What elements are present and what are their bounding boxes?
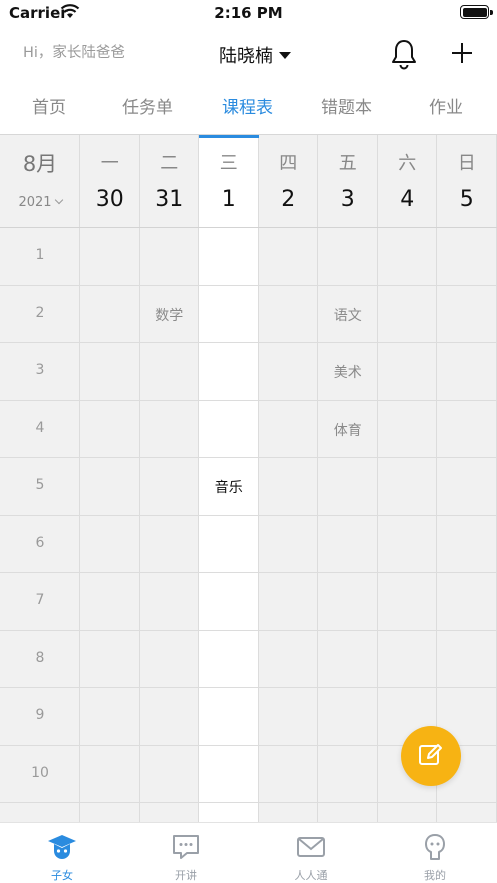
day-column [437,135,497,822]
date-label[interactable]: 1 [199,187,259,212]
weekday-label: 五 [338,153,357,174]
chat-bubble-icon [173,835,199,859]
nav-children-label: 子女 [51,869,73,882]
year-selector[interactable]: 2021 [0,195,80,210]
row-divider [0,514,497,516]
nav-mine-label: 我的 [424,869,446,882]
mail-icon [297,837,325,857]
day-column [139,135,199,822]
nav-mine[interactable]: 我的 [373,823,497,883]
row-divider [0,629,497,631]
period-number: 7 [35,592,45,608]
weekday-label: 日 [457,153,476,174]
bottom-nav: 子女 开讲 人人通 我的 [0,822,497,883]
month-label: 8月 [22,152,58,176]
tab-mistakes[interactable]: 错题本 [321,93,372,118]
edit-schedule-button[interactable] [401,726,461,786]
header-divider [0,227,497,228]
nav-messages[interactable]: 人人通 [249,823,373,883]
row-divider [0,399,497,401]
date-label[interactable]: 5 [437,187,497,212]
section-tabs: 首页 任务单 课程表 错题本 作业 [0,82,497,126]
nav-children[interactable]: 子女 [0,823,124,883]
battery-icon [460,5,493,19]
row-divider [0,572,497,573]
day-column [377,135,437,822]
course-cell[interactable]: 体育 [318,420,378,440]
weekday-label: 四 [279,153,298,174]
edit-icon [419,744,442,765]
tab-tasks[interactable]: 任务单 [122,93,173,118]
child-name: 陆晓楠 [219,46,273,67]
greeting-text: Hi，家长陆爸爸 [23,45,125,61]
weekday-label: 三 [219,153,238,174]
weekday-label: 二 [160,153,179,174]
weekday-label: 六 [398,153,417,174]
course-cell[interactable]: 数学 [140,305,200,325]
graduate-icon [48,835,76,859]
tab-homework[interactable]: 作业 [429,93,463,118]
timetable-grid: 8月 2021 一 30 二 31 三 1 四 2 五 3 六 4 日 5 1 2 3 4 5 6 7 8 9 10 数学 语文美… [0,134,497,822]
row-divider [0,687,497,688]
year-label: 2021 [18,195,52,210]
row-divider [0,457,497,458]
period-number: 8 [35,649,45,666]
today-indicator [199,135,259,138]
period-number: 5 [35,477,45,493]
tab-timetable[interactable]: 课程表 [222,93,273,118]
period-number: 9 [35,707,45,723]
period-number: 4 [35,419,45,436]
course-cell[interactable]: 语文 [318,305,378,325]
day-column [318,135,378,822]
chevron-down-icon [54,195,63,205]
period-number: 6 [35,534,45,551]
bell-icon[interactable] [389,38,419,70]
row-divider [0,802,497,803]
period-number: 1 [35,247,45,263]
period-number: 10 [31,764,49,781]
nav-messages-label: 人人通 [294,869,328,882]
course-cell[interactable]: 音乐 [199,477,259,497]
status-bar: Carrier 2:16 PM [0,0,497,26]
day-column [80,135,140,822]
course-cell[interactable]: 美术 [318,362,378,382]
date-label[interactable]: 31 [140,187,200,212]
period-number: 2 [35,304,45,321]
date-label[interactable]: 2 [259,187,319,212]
weekday-label: 一 [100,153,119,174]
top-header: Hi，家长陆爸爸 陆晓楠 [0,26,497,82]
nav-talks[interactable]: 开讲 [124,823,248,883]
clock: 2:16 PM [214,4,283,22]
date-label[interactable]: 30 [80,187,140,212]
day-column [258,135,318,822]
add-icon[interactable] [449,40,475,66]
period-number: 3 [35,362,45,378]
row-divider [0,284,497,286]
nav-talks-label: 开讲 [175,869,197,882]
caret-down-icon [279,51,291,59]
date-label[interactable]: 4 [378,187,438,212]
profile-icon [425,834,445,860]
tab-home[interactable]: 首页 [32,93,66,118]
date-label[interactable]: 3 [318,187,378,212]
row-divider [0,342,497,343]
child-selector[interactable]: 陆晓楠 [219,42,291,68]
